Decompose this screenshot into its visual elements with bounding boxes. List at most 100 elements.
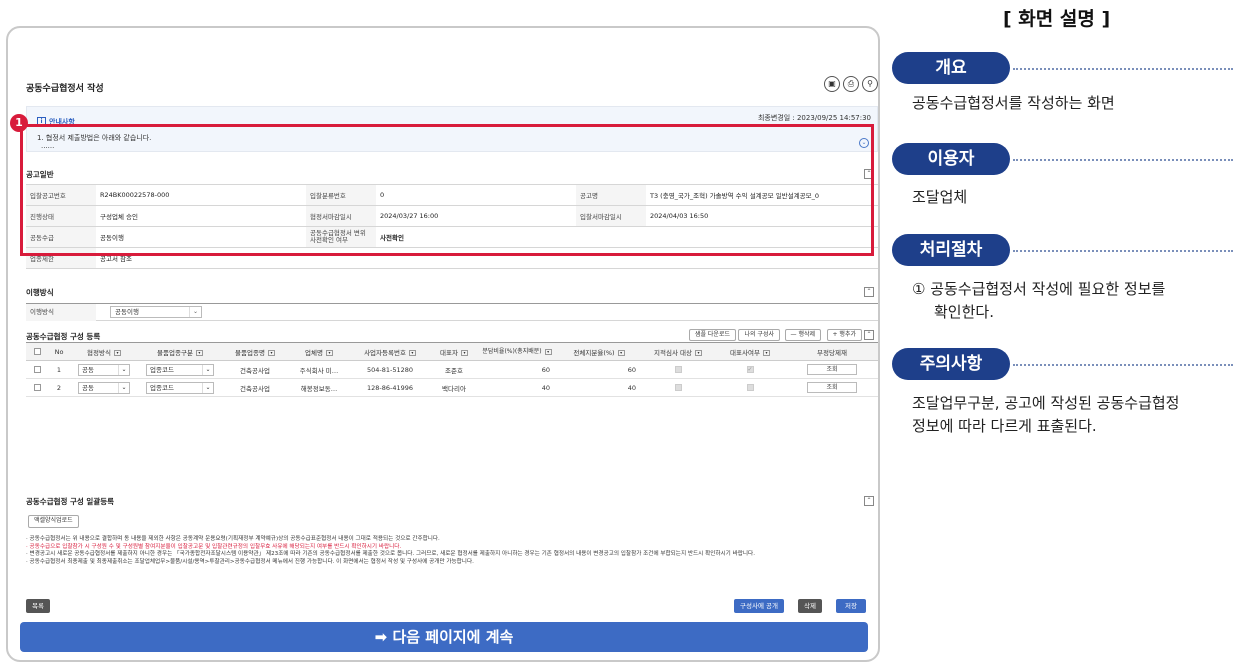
method-select[interactable]: 공동 ⌄ [78, 363, 130, 376]
note-line: · 공동수급협정서는 위 내용으로 결합하며 동 내용을 제외한 사항은 공동계… [26, 536, 440, 542]
table-row[interactable]: 2 공동 ⌄ 업종코드 ⌄ 건축공사업 해봉정보동… 128-86-41996 백다… [26, 378, 878, 397]
ceo-cell: 백다리아 [430, 378, 478, 397]
procedure-line: ① 공동수급협정서 작성에 필요한 정보를 [912, 280, 1166, 298]
highlight-box [20, 124, 874, 256]
table-row[interactable]: 1 공동 ⌄ 업종코드 ⌄ 건축공사업 주식회사 미… 504-81-51280 조… [26, 360, 878, 379]
collapse-method-icon[interactable]: ⌃ [864, 287, 874, 297]
sanction-lookup-button[interactable]: 조회 [807, 364, 857, 375]
column-header-label: 지적심사 대상 [654, 348, 692, 357]
members-section-title: 공동수급협정 구성 등록 [26, 332, 101, 341]
row-checkbox[interactable] [33, 384, 41, 391]
sort-icon[interactable]: ▾ [408, 349, 416, 356]
delete-row-button[interactable]: — 행삭제 [784, 329, 821, 341]
delete-button[interactable]: 삭제 [798, 599, 822, 613]
grid-header: No 협정방식 ▾ 물품업종구분 ▾ 물품업종명 ▾ 업체명 ▾ 사업자등록번호 ▾ 대표… [26, 342, 878, 361]
sort-icon[interactable]: ▾ [694, 349, 702, 356]
select-value: 공동 [82, 383, 94, 392]
user-text: 조달업체 [912, 186, 967, 209]
sort-icon[interactable]: ▾ [544, 348, 552, 355]
note-line: · 변경공고시 새로운 공동수급협정서를 제출하지 아니한 경우는 「국가종합전… [26, 551, 755, 557]
column-header[interactable]: 지적심사 대상 ▾ [642, 342, 714, 361]
publish-button[interactable]: 구성사에 공개 [734, 599, 784, 613]
save-icon[interactable]: ▣ [824, 76, 840, 92]
chevron-down-icon: ⌄ [189, 307, 201, 317]
method-select-value: 공동이행 [115, 308, 139, 316]
type-select[interactable]: 업종코드 ⌄ [146, 381, 214, 394]
column-header[interactable]: 물품업종구분 ▾ [138, 342, 222, 361]
print-icon[interactable]: ⎙ [843, 76, 859, 92]
caution-line: 조달업무구분, 공고에 작성된 공동수급협정 [912, 394, 1180, 412]
my-members-button[interactable]: 나의 구성사 [738, 329, 780, 341]
method-row: 이행방식 공동이행 ⌄ [26, 303, 878, 321]
review-checkbox [674, 384, 682, 391]
column-header-label: 물품업종명 [235, 348, 265, 357]
page-title: 공동수급협정서 작성 [26, 84, 104, 94]
sort-icon[interactable]: ▾ [325, 349, 333, 356]
section-pill-procedure: 처리절차 [892, 234, 1010, 266]
column-header-label: 물품업종구분 [157, 348, 193, 357]
column-header[interactable]: 사업자등록번호 ▾ [350, 342, 430, 361]
notice-notes: · 공동수급협정서는 위 내용으로 결합하며 동 내용을 제외한 사항은 공동계… [26, 536, 878, 566]
column-header[interactable]: 협정방식 ▾ [70, 342, 138, 361]
list-button[interactable]: 목록 [26, 599, 50, 613]
select-all-header [26, 342, 48, 361]
bulk-section-title: 공동수급협정 구성 일괄등록 [26, 497, 115, 506]
overview-text: 공동수급협정서를 작성하는 화면 [912, 92, 1115, 115]
add-row-button[interactable]: + 행추가 [826, 329, 862, 341]
method-select[interactable]: 공동 ⌄ [78, 381, 130, 394]
column-header[interactable]: 대표사여부 ▾ [714, 342, 786, 361]
column-header[interactable]: 물품업종명 ▾ [222, 342, 288, 361]
procedure-text: ① 공동수급협정서 작성에 필요한 정보를 확인한다. [912, 278, 1165, 324]
caution-text: 조달업무구분, 공고에 작성된 공동수급협정 정보에 따라 다르게 표출된다. [912, 392, 1179, 438]
method-label: 이행방식 [26, 304, 96, 321]
step-marker: 1 [10, 114, 28, 132]
chevron-down-icon: ⌄ [202, 382, 213, 393]
biz-no-cell: 504-81-51280 [350, 360, 430, 379]
zoom-icon[interactable]: ⚲ [862, 76, 878, 92]
sort-icon[interactable]: ▾ [762, 349, 770, 356]
method-select[interactable]: 공동이행 ⌄ [110, 306, 202, 318]
screen-frame: 공동수급협정서 작성 ▣ ⎙ ⚲ i 안내사항 1. 협정서 제출방법은 아래와… [6, 26, 880, 662]
screen-content: 공동수급협정서 작성 ▣ ⎙ ⚲ i 안내사항 1. 협정서 제출방법은 아래와… [26, 28, 878, 660]
top-icons: ▣ ⎙ ⚲ [824, 76, 878, 92]
column-header[interactable]: 분담비율(%)(총지배분) ▾ [478, 342, 556, 361]
section-pill-caution: 주의사항 [892, 348, 1010, 380]
note-line: · 공동수급으로 입찰참가 시 구성원 수 및 구성원별 참여지분율이 입찰공고… [26, 543, 402, 550]
row-checkbox[interactable] [33, 366, 41, 373]
caution-line: 정보에 따라 다르게 표출된다. [912, 417, 1097, 435]
share-cell[interactable]: 40 [478, 378, 556, 397]
collapse-members-icon[interactable]: ⌃ [864, 330, 874, 340]
row-no: 1 [48, 360, 70, 379]
overview-line: 공동수급협정서를 작성하는 화면 [912, 94, 1115, 112]
select-value: 업종코드 [150, 383, 174, 392]
sort-icon[interactable]: ▾ [617, 349, 625, 356]
method-section-title: 이행방식 [26, 288, 54, 297]
section-pill-overview: 개요 [892, 52, 1010, 84]
column-header[interactable]: 업체명 ▾ [288, 342, 350, 361]
collapse-bulk-icon[interactable]: ⌃ [864, 496, 874, 506]
sort-icon[interactable]: ▾ [267, 349, 275, 356]
review-checkbox [674, 366, 682, 373]
chevron-down-icon: ⌄ [118, 382, 129, 393]
select-all-checkbox[interactable] [33, 348, 41, 355]
members-grid: No 협정방식 ▾ 물품업종구분 ▾ 물품업종명 ▾ 업체명 ▾ 사업자등록번호 ▾ 대표… [26, 342, 878, 397]
column-header-label: 업체명 [305, 348, 323, 357]
sort-icon[interactable]: ▾ [460, 349, 468, 356]
excel-upload-button[interactable]: 액셀양식업로드 [28, 515, 79, 528]
dotted-divider [1013, 159, 1233, 161]
sanction-lookup-button[interactable]: 조회 [807, 382, 857, 393]
last-modified: 최종변경일 : 2023/09/25 14:57:30 [757, 114, 871, 122]
type-select[interactable]: 업종코드 ⌄ [146, 363, 214, 376]
column-header[interactable]: 전체지분율(%) ▾ [556, 342, 642, 361]
biz-no-cell: 128-86-41996 [350, 378, 430, 397]
sort-icon[interactable]: ▾ [195, 349, 203, 356]
representative-checkbox: ✓ [746, 366, 754, 373]
sample-download-button[interactable]: 샘플 다운로드 [688, 329, 736, 341]
save-button[interactable]: 저장 [836, 599, 866, 613]
column-header: No [48, 342, 70, 361]
column-header[interactable]: 대표자 ▾ [430, 342, 478, 361]
company-cell: 주식회사 미… [288, 360, 350, 379]
chevron-down-icon: ⌄ [118, 364, 129, 375]
share-cell[interactable]: 60 [478, 360, 556, 379]
sort-icon[interactable]: ▾ [113, 349, 121, 356]
